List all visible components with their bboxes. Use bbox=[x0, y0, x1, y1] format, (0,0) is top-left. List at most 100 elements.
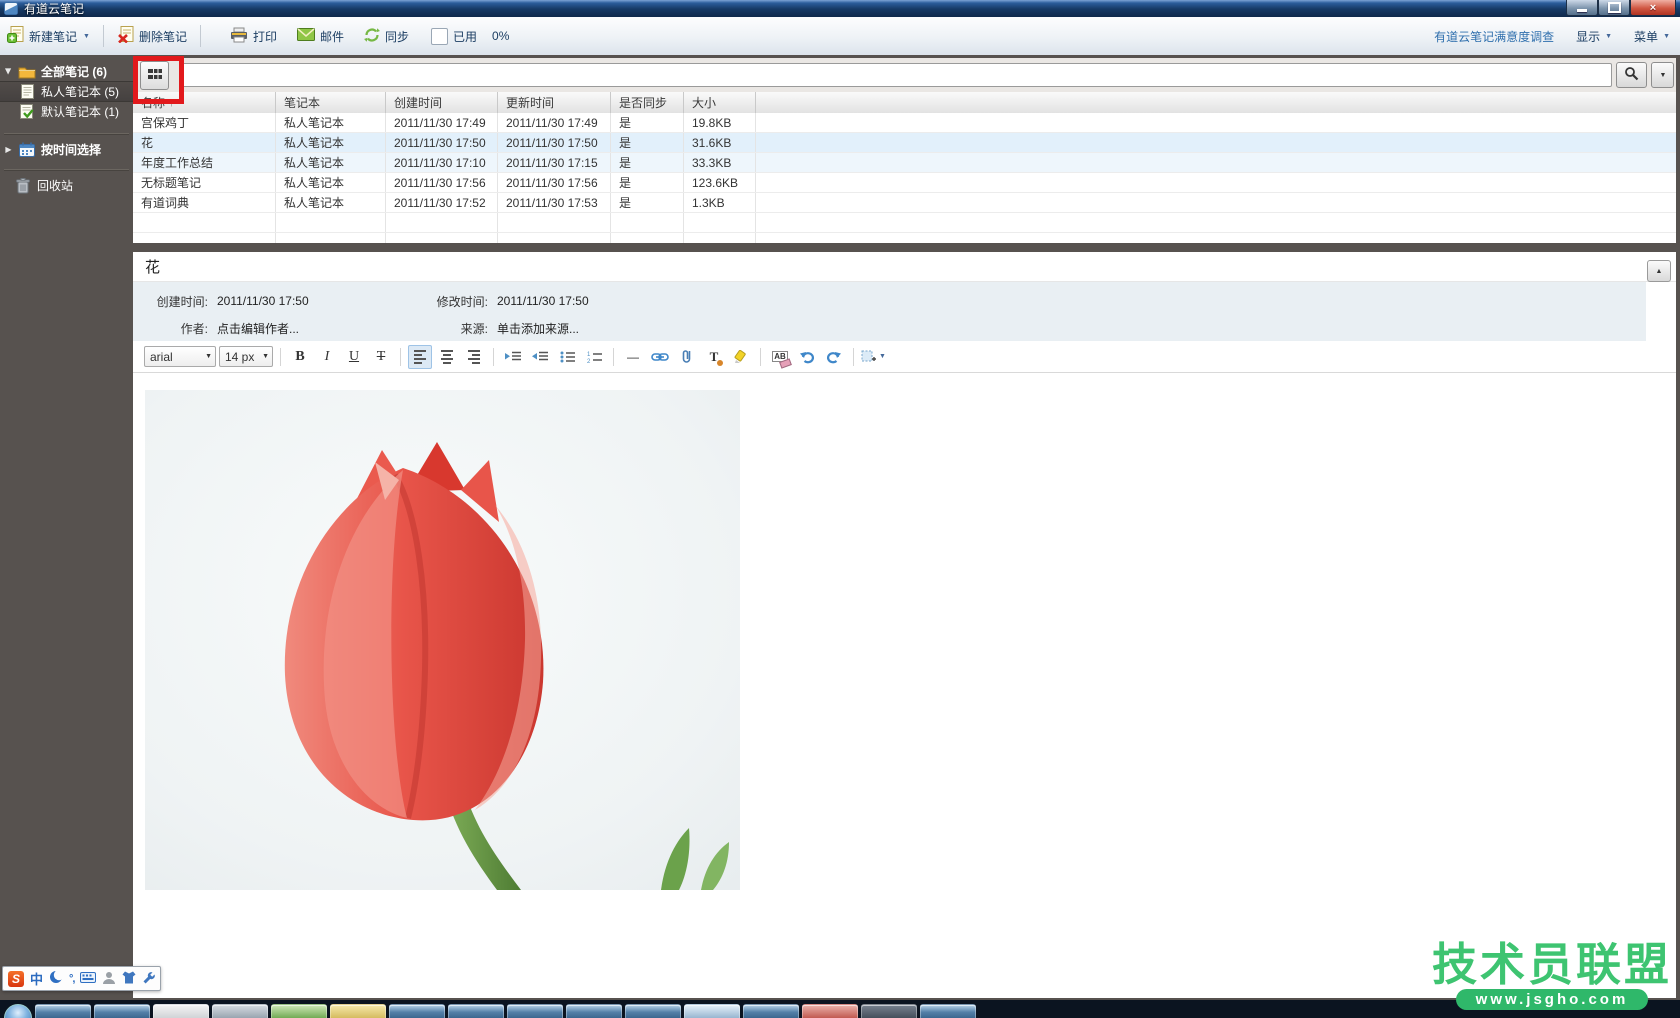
font-color-button[interactable]: T bbox=[702, 345, 726, 369]
taskbar-app-button[interactable] bbox=[330, 1004, 386, 1018]
taskbar-app-button[interactable] bbox=[684, 1004, 740, 1018]
cell-filler bbox=[756, 133, 1676, 152]
align-center-button[interactable] bbox=[435, 345, 459, 369]
cell-updated: 2011/11/30 17:50 bbox=[498, 133, 611, 152]
search-button[interactable] bbox=[1616, 62, 1647, 88]
skin-shirt-icon[interactable] bbox=[122, 971, 136, 987]
taskbar-app-button[interactable] bbox=[507, 1004, 563, 1018]
column-header-notebook[interactable]: 笔记本 bbox=[276, 92, 386, 113]
column-label: 名称 bbox=[141, 94, 165, 111]
taskbar-app-button[interactable] bbox=[35, 1004, 91, 1018]
expand-arrow-icon[interactable]: ▶ bbox=[4, 67, 13, 76]
taskbar-app-button[interactable] bbox=[743, 1004, 799, 1018]
maximize-button[interactable] bbox=[1598, 0, 1630, 16]
taskbar-app-button[interactable] bbox=[566, 1004, 622, 1018]
table-row[interactable]: 有道词典私人笔记本2011/11/30 17:522011/11/30 17:5… bbox=[133, 193, 1676, 213]
table-row[interactable]: 无标题笔记私人笔记本2011/11/30 17:562011/11/30 17:… bbox=[133, 173, 1676, 193]
sidebar-item-by-time[interactable]: ▶ 按时间选择 bbox=[0, 140, 133, 159]
cell-created: 2011/11/30 17:56 bbox=[386, 173, 498, 192]
search-input[interactable] bbox=[179, 63, 1612, 87]
font-family-select[interactable]: arial ▼ bbox=[144, 346, 216, 367]
app-logo-icon bbox=[4, 2, 18, 15]
taskbar-app-button[interactable] bbox=[271, 1004, 327, 1018]
column-header-updated[interactable]: 更新时间 bbox=[498, 92, 611, 113]
taskbar-app-button[interactable] bbox=[94, 1004, 150, 1018]
column-header-name[interactable]: 名称 ↑ bbox=[133, 92, 276, 113]
view-toggle-button[interactable] bbox=[140, 61, 169, 90]
bold-button[interactable]: B bbox=[288, 345, 312, 369]
display-menu-button[interactable]: 显示 ▼ bbox=[1576, 28, 1612, 45]
taskbar-app-button[interactable] bbox=[153, 1004, 209, 1018]
folder-icon bbox=[18, 65, 36, 79]
ime-language-bar[interactable]: S 中 °, bbox=[2, 966, 161, 991]
collapse-arrow-icon[interactable]: ▶ bbox=[4, 145, 13, 154]
horizontal-rule-button[interactable]: — bbox=[621, 345, 645, 369]
column-header-size[interactable]: 大小 bbox=[684, 92, 756, 113]
svg-text:2: 2 bbox=[587, 359, 591, 363]
taskbar-app-button[interactable] bbox=[389, 1004, 445, 1018]
bullet-list-button[interactable] bbox=[555, 345, 579, 369]
print-button[interactable]: 打印 bbox=[223, 23, 284, 50]
indent-button[interactable] bbox=[501, 345, 525, 369]
mail-button[interactable]: 邮件 bbox=[290, 24, 351, 49]
italic-button[interactable]: I bbox=[315, 345, 339, 369]
taskbar-app-button[interactable] bbox=[861, 1004, 917, 1018]
tulip-photo bbox=[145, 390, 740, 890]
sidebar-item-all-notes[interactable]: ▶ 全部笔记 (6) bbox=[0, 62, 133, 81]
align-center-icon bbox=[441, 350, 453, 364]
column-label: 大小 bbox=[692, 94, 716, 111]
taskbar-app-button[interactable] bbox=[448, 1004, 504, 1018]
windows-taskbar[interactable] bbox=[0, 1000, 1680, 1018]
underline-button[interactable]: U bbox=[342, 345, 366, 369]
main-menu-button[interactable]: 菜单 ▼ bbox=[1634, 28, 1670, 45]
font-size-select[interactable]: 14 px ▼ bbox=[219, 346, 273, 367]
sidebar-item-default-notebook[interactable]: 默认笔记本 (1) bbox=[0, 102, 133, 121]
survey-link[interactable]: 有道云笔记满意度调查 bbox=[1434, 28, 1554, 45]
soft-keyboard-icon[interactable] bbox=[80, 972, 96, 986]
sidebar-item-private-notebook[interactable]: 私人笔记本 (5) bbox=[0, 81, 133, 102]
table-row[interactable]: 花私人笔记本2011/11/30 17:502011/11/30 17:50是3… bbox=[133, 133, 1676, 153]
table-row[interactable]: 宫保鸡丁私人笔记本2011/11/30 17:492011/11/30 17:4… bbox=[133, 113, 1676, 133]
delete-note-button[interactable]: 删除笔记 bbox=[110, 22, 194, 50]
align-left-button[interactable] bbox=[408, 345, 432, 369]
cell-empty bbox=[276, 213, 386, 232]
search-options-button[interactable]: ▼ bbox=[1651, 62, 1674, 88]
chevron-down-icon[interactable]: ▼ bbox=[83, 33, 90, 40]
outdent-button[interactable] bbox=[528, 345, 552, 369]
sogou-logo-icon[interactable]: S bbox=[8, 971, 24, 987]
highlight-button[interactable] bbox=[729, 345, 753, 369]
source-placeholder[interactable]: 单击添加来源... bbox=[497, 320, 693, 337]
minimize-button[interactable] bbox=[1566, 0, 1598, 16]
sidebar-item-trash[interactable]: 回收站 bbox=[0, 176, 133, 195]
note-content-area[interactable] bbox=[133, 373, 1676, 998]
punctuation-toggle[interactable]: °, bbox=[69, 973, 74, 985]
start-button[interactable] bbox=[4, 1004, 32, 1018]
numbered-list-button[interactable]: 12 bbox=[582, 345, 606, 369]
ime-mode-indicator[interactable]: 中 bbox=[30, 969, 43, 988]
taskbar-app-button[interactable] bbox=[802, 1004, 858, 1018]
user-profile-icon[interactable] bbox=[102, 971, 116, 987]
attachment-button[interactable] bbox=[675, 345, 699, 369]
scroll-up-button[interactable]: ▲ bbox=[1647, 260, 1671, 282]
link-button[interactable] bbox=[648, 345, 672, 369]
taskbar-app-button[interactable] bbox=[920, 1004, 976, 1018]
align-right-button[interactable] bbox=[462, 345, 486, 369]
taskbar-app-button[interactable] bbox=[625, 1004, 681, 1018]
new-note-button[interactable]: 新建笔记 ▼ bbox=[0, 22, 97, 50]
redo-button[interactable] bbox=[822, 345, 846, 369]
clear-format-button[interactable]: AB bbox=[768, 345, 792, 369]
close-button[interactable]: × bbox=[1630, 0, 1676, 16]
cell-name: 有道词典 bbox=[133, 193, 276, 212]
insert-table-button[interactable]: ▼ bbox=[861, 345, 886, 369]
table-row[interactable]: 年度工作总结私人笔记本2011/11/30 17:102011/11/30 17… bbox=[133, 153, 1676, 173]
fullwidth-moon-icon[interactable] bbox=[49, 970, 63, 987]
author-placeholder[interactable]: 点击编辑作者... bbox=[217, 320, 413, 337]
sidebar: ▶ 全部笔记 (6) 私人笔记本 (5) 默认笔记本 (1) ▶ 按时间选择 bbox=[0, 55, 133, 1000]
strikethrough-button[interactable]: T bbox=[369, 345, 393, 369]
column-header-synced[interactable]: 是否同步 bbox=[611, 92, 684, 113]
settings-wrench-icon[interactable] bbox=[142, 971, 155, 987]
taskbar-app-button[interactable] bbox=[212, 1004, 268, 1018]
undo-button[interactable] bbox=[795, 345, 819, 369]
sync-button[interactable]: 同步 bbox=[357, 23, 416, 50]
column-header-created[interactable]: 创建时间 bbox=[386, 92, 498, 113]
